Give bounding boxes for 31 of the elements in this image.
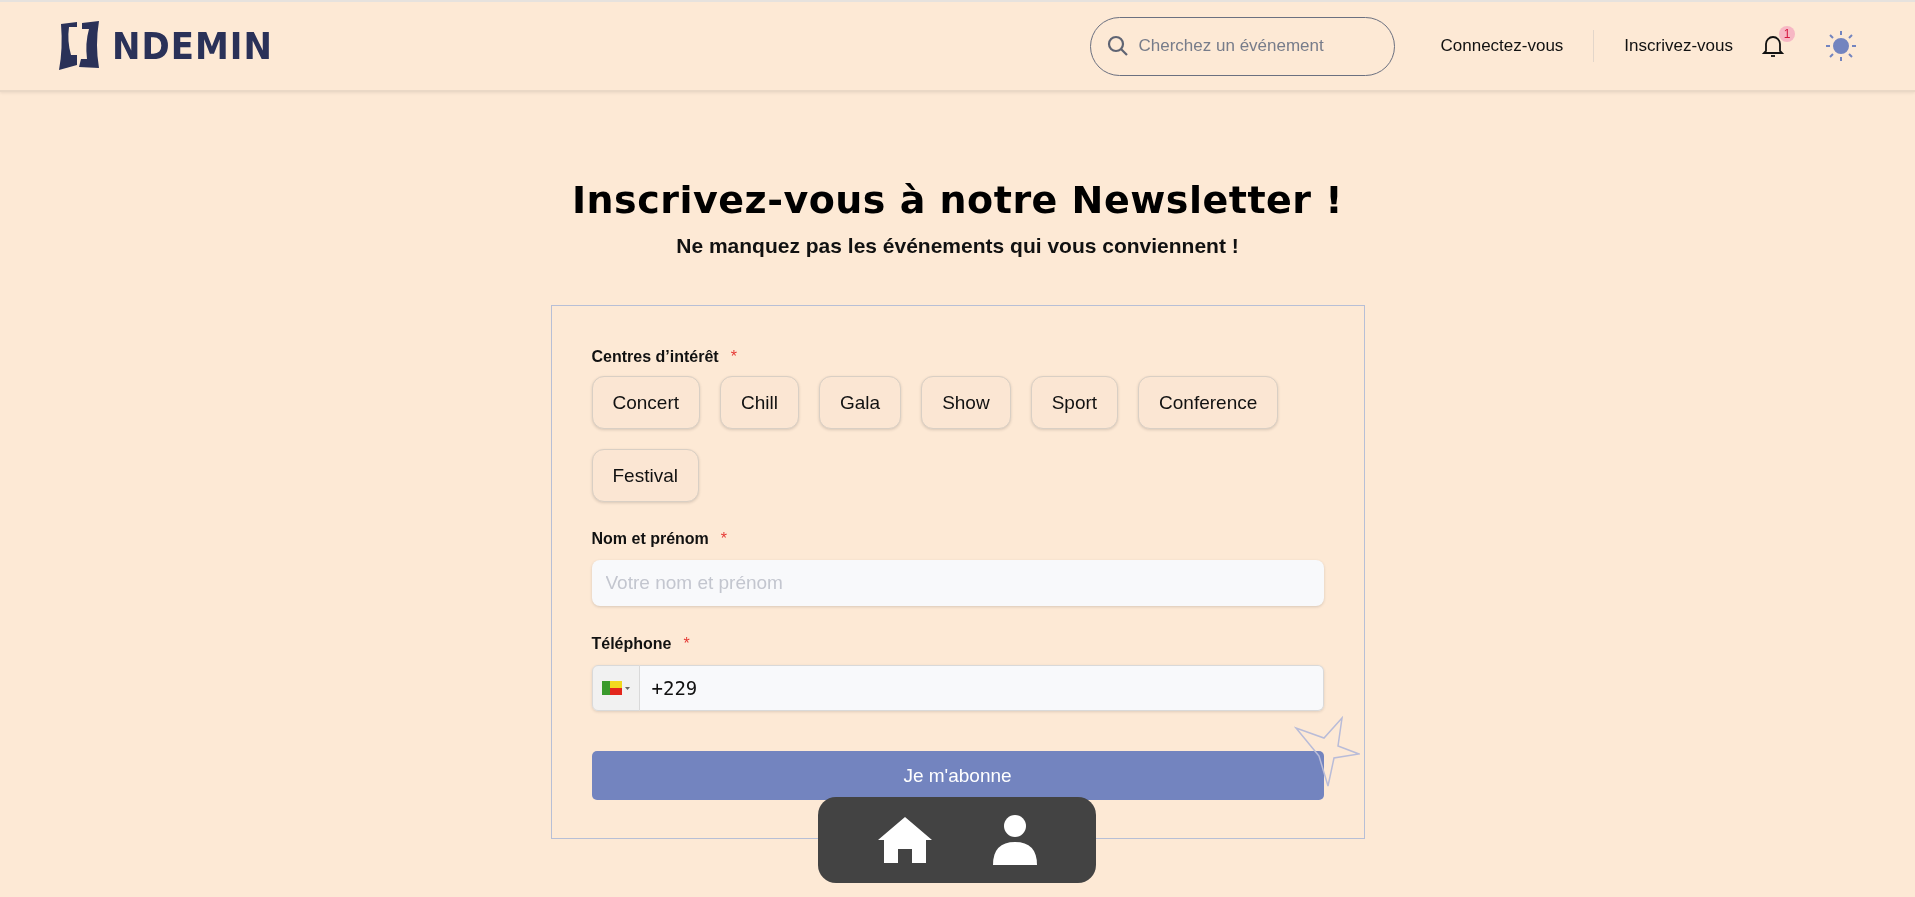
search-icon	[1105, 33, 1130, 58]
login-link[interactable]: Connectez-vous	[1440, 36, 1564, 56]
required-mark: *	[730, 348, 737, 366]
phone-input[interactable]: +229	[639, 665, 1324, 711]
home-icon[interactable]	[876, 815, 934, 865]
logo-icon	[57, 21, 102, 71]
interest-chip[interactable]: Gala	[819, 376, 902, 429]
interest-chip[interactable]: Concert	[591, 376, 701, 429]
logo-text: NDEMIN	[112, 24, 273, 68]
field-label: Nom et prénom	[591, 530, 709, 548]
subscribe-button[interactable]: Je m'abonne	[591, 751, 1324, 800]
star-icon	[1293, 716, 1360, 788]
search-field[interactable]: Cherchez un événement	[1089, 16, 1395, 76]
required-mark: *	[720, 530, 728, 548]
required-mark: *	[683, 635, 690, 653]
field-label: Téléphone	[591, 635, 672, 653]
interest-chip[interactable]: Sport	[1030, 376, 1119, 429]
interest-chip[interactable]: Chill	[720, 376, 799, 429]
sun-icon[interactable]	[1825, 30, 1857, 62]
notification-badge: 1	[1779, 26, 1795, 42]
page-title: Inscrivez-vous à notre Newsletter !	[571, 178, 1344, 222]
flag-icon	[601, 681, 630, 695]
interest-chip[interactable]: Festival	[591, 449, 699, 502]
signup-link[interactable]: Inscrivez-vous	[1624, 36, 1733, 56]
interest-chip[interactable]: Conference	[1138, 376, 1279, 429]
country-selector[interactable]	[591, 665, 640, 711]
interest-chip[interactable]: Show	[921, 376, 1011, 429]
page-subtitle: Ne manquez pas les événements qui vous conviennent !	[676, 234, 1239, 258]
field-label: Centres d’intérêt	[591, 348, 719, 366]
user-icon[interactable]	[992, 814, 1038, 866]
bell-icon[interactable]	[1761, 33, 1785, 59]
